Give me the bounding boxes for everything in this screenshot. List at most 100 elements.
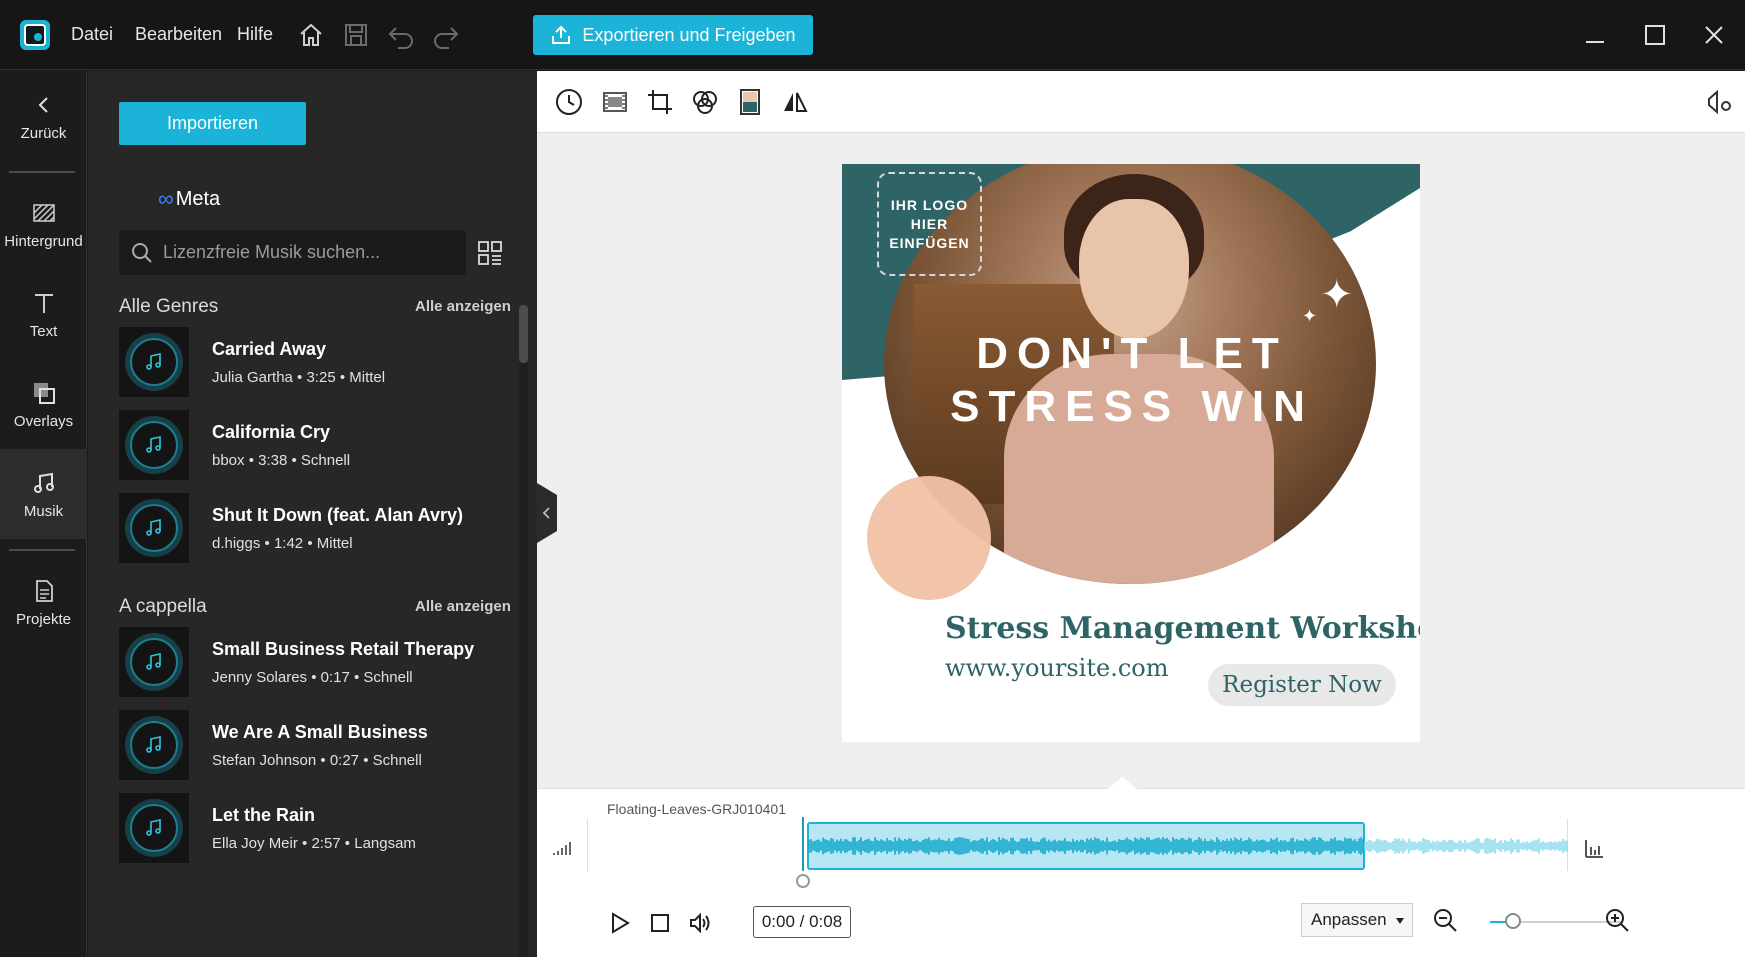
track-title: Shut It Down (feat. Alan Avry) bbox=[212, 505, 464, 525]
design-canvas[interactable]: ✦ ✦ IHR LOGO HIER EINFÜGEN DON'T LET STRES… bbox=[842, 164, 1420, 742]
track-item[interactable]: Shut It Down (feat. Alan Avry) d.higgs •… bbox=[119, 493, 463, 563]
minimize-icon[interactable] bbox=[1580, 20, 1610, 50]
chevron-left-icon bbox=[38, 96, 48, 113]
meta-infinity-icon: ∞ bbox=[158, 186, 174, 211]
volume-bars-high-icon[interactable] bbox=[1583, 837, 1605, 859]
register-now-button[interactable]: Register Now bbox=[1208, 664, 1396, 706]
chevron-up-icon[interactable] bbox=[1107, 777, 1137, 789]
music-search bbox=[119, 230, 466, 275]
menu-datei[interactable]: Datei bbox=[71, 24, 113, 45]
film-strip-icon[interactable] bbox=[600, 87, 630, 117]
workshop-title[interactable]: Stress Management Workshop bbox=[945, 611, 1420, 646]
maximize-icon[interactable] bbox=[1640, 20, 1670, 50]
track-meta: d.higgs • 1:42 • Mittel bbox=[212, 535, 353, 552]
track-item[interactable]: California Cry bbox • 3:38 • Schnell bbox=[119, 410, 459, 480]
nav-projekte[interactable]: Projekte bbox=[0, 557, 87, 647]
workshop-url[interactable]: www.yoursite.com bbox=[945, 654, 1168, 682]
redo-icon[interactable] bbox=[431, 20, 461, 50]
zoom-slider-handle[interactable] bbox=[1505, 913, 1521, 929]
app-logo-icon bbox=[20, 20, 50, 50]
color-filter-icon[interactable] bbox=[690, 87, 720, 117]
clip-name: Floating-Leaves-GRJ010401 bbox=[607, 801, 786, 817]
meta-logo: ∞ Meta bbox=[158, 186, 220, 212]
adjust-tone-icon[interactable] bbox=[735, 87, 765, 117]
section-title: Alle Genres bbox=[119, 296, 219, 317]
waveform-area[interactable] bbox=[807, 822, 1572, 870]
grid-view-icon[interactable] bbox=[476, 239, 504, 267]
settings-icon[interactable] bbox=[1705, 87, 1735, 117]
playhead-handle[interactable] bbox=[796, 874, 810, 888]
nav-divider bbox=[9, 171, 75, 173]
nav-hintergrund-label: Hintergrund bbox=[4, 232, 83, 250]
clock-icon[interactable] bbox=[554, 87, 584, 117]
crop-icon[interactable] bbox=[645, 87, 675, 117]
nav-hintergrund[interactable]: Hintergrund bbox=[0, 179, 87, 269]
track-meta: Jenny Solares • 0:17 • Schnell bbox=[212, 669, 413, 686]
menu-hilfe[interactable]: Hilfe bbox=[237, 24, 273, 45]
track-item[interactable]: Carried Away Julia Gartha • 3:25 • Mitte… bbox=[119, 327, 459, 397]
overlays-icon bbox=[33, 382, 55, 404]
background-icon bbox=[32, 203, 55, 222]
zoom-in-icon[interactable] bbox=[1603, 906, 1631, 934]
close-icon[interactable] bbox=[1699, 20, 1729, 50]
track-thumbnail bbox=[119, 793, 189, 863]
timeline-divider bbox=[587, 819, 588, 871]
headline-line-1[interactable]: DON'T LET bbox=[912, 329, 1352, 379]
track-item[interactable]: We Are A Small Business Stefan Johnson •… bbox=[119, 710, 459, 780]
nav-overlays-label: Overlays bbox=[13, 412, 74, 430]
menu-bearbeiten[interactable]: Bearbeiten bbox=[135, 24, 222, 45]
see-all-link[interactable]: Alle anzeigen bbox=[415, 598, 511, 615]
track-thumbnail bbox=[119, 410, 189, 480]
scrollbar-thumb[interactable] bbox=[519, 305, 528, 363]
section-title: A cappella bbox=[119, 596, 207, 617]
import-button[interactable]: Importieren bbox=[119, 102, 306, 145]
track-title: Let the Rain bbox=[212, 805, 316, 825]
volume-bars-low-icon[interactable] bbox=[551, 837, 573, 859]
headline-line-2[interactable]: STRESS WIN bbox=[912, 382, 1352, 432]
waveform bbox=[808, 837, 1568, 855]
home-icon[interactable] bbox=[296, 20, 326, 50]
stop-icon[interactable] bbox=[648, 911, 672, 935]
music-note-icon bbox=[33, 472, 54, 493]
music-panel: Importieren ∞ Meta Alle Genres Alle anze… bbox=[88, 71, 537, 957]
track-meta: Julia Gartha • 3:25 • Mittel bbox=[212, 369, 386, 386]
editor-toolbar bbox=[537, 71, 1745, 133]
zoom-out-icon[interactable] bbox=[1431, 906, 1459, 934]
fit-dropdown[interactable]: Anpassen bbox=[1301, 903, 1413, 937]
track-item[interactable]: Small Business Retail Therapy Jenny Sola… bbox=[119, 627, 474, 697]
nav-text-label: Text bbox=[29, 322, 58, 340]
track-item[interactable]: Let the Rain Ella Joy Meir • 2:57 • Lang… bbox=[119, 793, 459, 863]
left-navigation: Zurück Hintergrund Text Overlays Musik P… bbox=[0, 71, 87, 957]
track-meta: Ella Joy Meir • 2:57 • Langsam bbox=[212, 835, 416, 852]
track-meta: bbox • 3:38 • Schnell bbox=[212, 452, 351, 469]
music-note-icon bbox=[146, 436, 161, 453]
track-title: California Cry bbox=[212, 422, 331, 442]
save-icon[interactable] bbox=[341, 20, 371, 50]
play-icon[interactable] bbox=[608, 911, 632, 935]
panel-scrollbar[interactable] bbox=[519, 305, 528, 957]
nav-overlays[interactable]: Overlays bbox=[0, 359, 87, 449]
meta-logo-text: Meta bbox=[175, 187, 221, 210]
undo-icon[interactable] bbox=[386, 20, 416, 50]
speaker-icon[interactable] bbox=[688, 911, 712, 935]
search-input[interactable] bbox=[163, 242, 453, 263]
nav-back[interactable]: Zurück bbox=[0, 71, 87, 161]
music-note-icon bbox=[146, 353, 161, 370]
nav-musik[interactable]: Musik bbox=[0, 449, 87, 539]
playhead[interactable] bbox=[802, 817, 804, 871]
nav-divider bbox=[9, 549, 75, 551]
export-share-button[interactable]: Exportieren und Freigeben bbox=[533, 15, 813, 55]
see-all-link[interactable]: Alle anzeigen bbox=[415, 298, 511, 315]
track-thumbnail bbox=[119, 627, 189, 697]
logo-placeholder[interactable]: IHR LOGO HIER EINFÜGEN bbox=[877, 172, 982, 276]
text-icon bbox=[34, 293, 53, 313]
upload-icon bbox=[552, 25, 571, 44]
time-display: 0:00 / 0:08 bbox=[753, 906, 851, 938]
flip-icon[interactable] bbox=[780, 87, 810, 117]
music-note-icon bbox=[146, 819, 161, 836]
audio-timeline: Floating-Leaves-GRJ010401 0:00 / 0:08 An… bbox=[537, 777, 1745, 957]
track-meta: Stefan Johnson • 0:27 • Schnell bbox=[212, 752, 422, 769]
music-note-icon bbox=[146, 519, 161, 536]
nav-text[interactable]: Text bbox=[0, 269, 87, 359]
track-title: We Are A Small Business bbox=[212, 722, 428, 742]
